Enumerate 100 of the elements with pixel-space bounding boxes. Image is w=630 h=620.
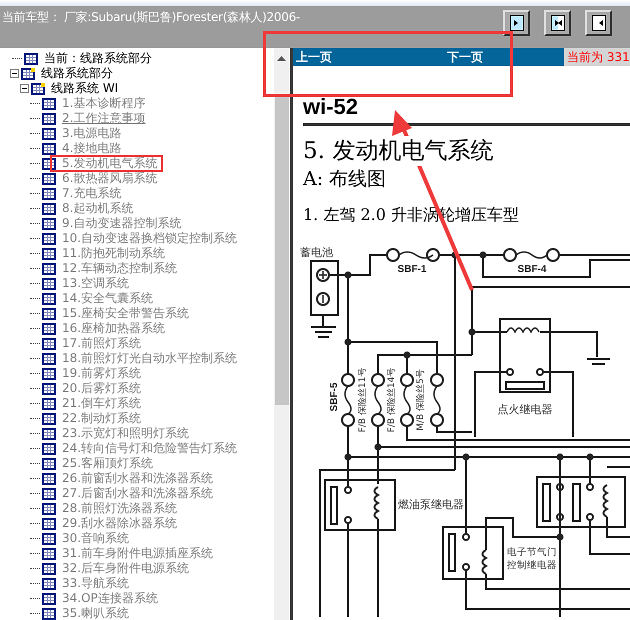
- battery-label: 蓄电池: [300, 246, 333, 259]
- tree-item[interactable]: 25.客厢顶灯系统: [62, 456, 154, 471]
- previous-page-link[interactable]: 上一页: [293, 48, 332, 66]
- table-icon: [21, 68, 35, 80]
- scroll-up-icon[interactable]: [277, 56, 286, 61]
- vehicle-title: 当前车型： 厂家:Subaru(斯巴鲁)Forester(森林人)2006-: [1, 9, 300, 26]
- fuse-label: SBF-1: [398, 264, 426, 275]
- tree-item[interactable]: 31.前车身附件电源插座系统: [62, 546, 214, 561]
- table-icon: [42, 562, 56, 574]
- table-icon: [42, 428, 56, 440]
- toolbar-button[interactable]: [585, 10, 612, 36]
- table-icon: [42, 112, 56, 124]
- table-icon: [42, 532, 56, 544]
- table-icon: [42, 488, 56, 500]
- table-icon: [42, 128, 56, 140]
- table-icon: [42, 472, 56, 484]
- table-icon: [42, 338, 56, 350]
- tree-item[interactable]: 29.刮水器除冰器系统: [62, 516, 178, 531]
- table-icon: [42, 398, 56, 410]
- tree-item[interactable]: 12.车辆动态控制系统: [62, 261, 178, 276]
- tree-item[interactable]: 18.前照灯灯光自动水平控制系统: [62, 351, 238, 366]
- tree-item[interactable]: 33.导航系统: [62, 576, 130, 591]
- tree-item[interactable]: 17.前照灯系统: [62, 336, 142, 351]
- subsection-heading: A: 布线图: [303, 167, 388, 192]
- scrollbar[interactable]: [274, 48, 290, 620]
- tree-item[interactable]: 16.座椅加热器系统: [62, 321, 166, 336]
- relay-label: 点火继电器: [498, 403, 552, 416]
- tree-item[interactable]: 13.空调系统: [62, 276, 130, 291]
- table-icon: [24, 52, 38, 64]
- tree-item[interactable]: 1.基本诊断程序: [62, 96, 146, 111]
- tree-item[interactable]: 8.起动机系统: [62, 201, 134, 216]
- tree-item[interactable]: 9.自动变速器控制系统: [62, 216, 182, 231]
- tree-item[interactable]: 4.接地电路: [62, 141, 122, 156]
- fuse-label: M/B 保险丝5号: [416, 369, 426, 431]
- tree-item[interactable]: 3.电源电路: [62, 126, 122, 141]
- tree-item[interactable]: 34.OP连接器系统: [62, 591, 158, 606]
- toolbar-button[interactable]: [503, 10, 530, 36]
- table-icon: [42, 458, 56, 470]
- fuse-label: F/B 保险丝14号: [387, 368, 397, 432]
- tree-item[interactable]: 24.转向信号灯和危险警告灯系统: [62, 441, 238, 456]
- table-icon: [42, 412, 56, 424]
- tree-item[interactable]: 35.喇叭系统: [62, 606, 130, 620]
- tree-item[interactable]: 19.前雾灯系统: [62, 366, 142, 381]
- table-icon: [42, 548, 56, 560]
- tree-item[interactable]: 23.示宽灯和照明灯系统: [62, 426, 190, 441]
- tree-item[interactable]: 14.安全气囊系统: [62, 291, 154, 306]
- table-icon: [42, 172, 56, 184]
- tree-item[interactable]: 5.发动机电气系统: [62, 156, 158, 171]
- tree-item[interactable]: 7.充电系统: [62, 186, 122, 201]
- table-icon: [42, 442, 56, 454]
- tree-item[interactable]: 线路系统部分: [41, 66, 113, 81]
- page-code: wi-52: [303, 94, 360, 120]
- table-icon: [42, 368, 56, 380]
- table-icon: [42, 98, 56, 110]
- table-icon: [42, 188, 56, 200]
- tree-item[interactable]: 当前：线路系统部分: [44, 51, 152, 66]
- tree-item[interactable]: 28.前照灯洗涤器系统: [62, 501, 178, 516]
- collapse-icon[interactable]: [20, 84, 29, 93]
- tree-item[interactable]: 30.音响系统: [62, 531, 130, 546]
- table-icon: [42, 502, 56, 514]
- table-icon: [42, 292, 56, 304]
- section-heading: 5. 发动机电气系统: [303, 136, 494, 166]
- relay-label: 燃油泵继电器: [398, 498, 464, 511]
- next-page-link[interactable]: 下一页: [444, 48, 483, 66]
- table-icon: [42, 578, 56, 590]
- arrow-right-icon: [510, 15, 524, 31]
- table-icon: [42, 308, 56, 320]
- arrow-left-icon: [592, 15, 606, 31]
- relay-label: 电子节气门: [507, 547, 557, 558]
- toolbar-button[interactable]: [544, 10, 571, 36]
- table-icon: [42, 262, 56, 274]
- fuse-label: F/B 保险丝11号: [358, 368, 368, 432]
- tree-item[interactable]: 线路系统 WI: [51, 81, 118, 96]
- arrows-inward-icon: [550, 15, 564, 31]
- table-icon: [42, 278, 56, 290]
- tree-item[interactable]: 21.倒车灯系统: [62, 396, 142, 411]
- tree-item[interactable]: 32.后车身附件电源系统: [62, 561, 190, 576]
- tree-item[interactable]: 6.散热器风扇系统: [62, 171, 158, 186]
- table-icon: [42, 592, 56, 604]
- fuse-label: SBF-4: [518, 264, 546, 275]
- tree-item[interactable]: 22.制动灯系统: [62, 411, 142, 426]
- table-icon: [42, 518, 56, 530]
- tree-item[interactable]: 27.后窗刮水器和洗涤器系统: [62, 486, 214, 501]
- table-icon: [42, 248, 56, 260]
- tree-item[interactable]: 20.后雾灯系统: [62, 381, 142, 396]
- tree-item[interactable]: 26.前窗刮水器和洗涤器系统: [62, 471, 214, 486]
- tree-item[interactable]: 2.工作注意事项: [62, 111, 146, 126]
- tree-item[interactable]: 15.座椅安全带警告系统: [62, 306, 190, 321]
- table-icon: [31, 82, 45, 94]
- relay-label: 控制继电器: [507, 560, 557, 571]
- tree-item[interactable]: 10.自动变速器换档锁定控制系统: [62, 231, 238, 246]
- table-icon: [42, 142, 56, 154]
- collapse-icon[interactable]: [10, 69, 19, 78]
- table-icon: [42, 382, 56, 394]
- table-icon: [42, 352, 56, 364]
- tree-item[interactable]: 11.防抱死制动系统: [62, 246, 166, 261]
- table-icon: [42, 232, 56, 244]
- scrollbar-thumb[interactable]: [275, 97, 289, 405]
- fuse-label: SBF-5: [329, 382, 340, 412]
- current-page-label: 当前为 331: [564, 48, 630, 66]
